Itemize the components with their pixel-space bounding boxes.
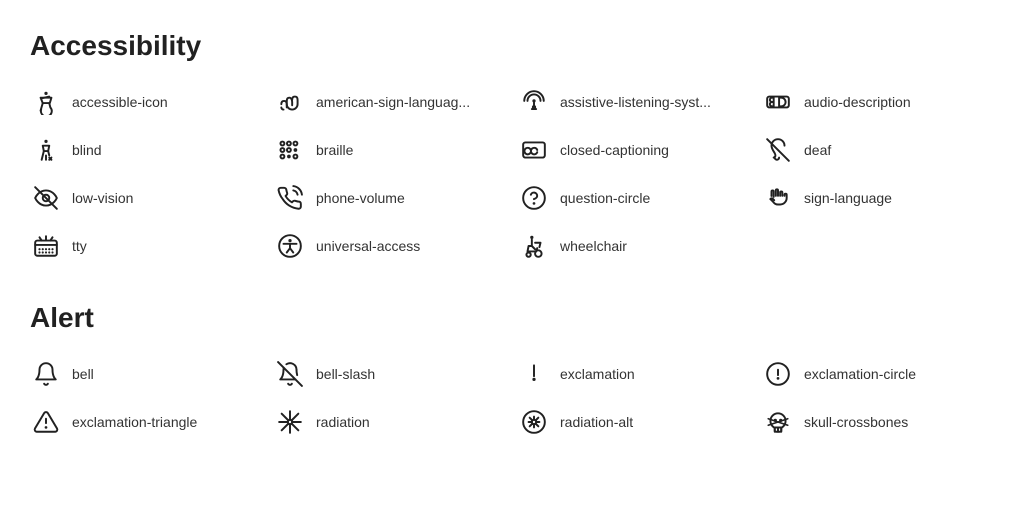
closed-captioning-label: closed-captioning (560, 142, 669, 158)
assistive-listening-label: assistive-listening-syst... (560, 94, 711, 110)
deaf-icon (762, 134, 794, 166)
accessible-icon (30, 86, 62, 118)
list-item: deaf (762, 134, 996, 166)
radiation-alt-icon (518, 406, 550, 438)
bell-slash-label: bell-slash (316, 366, 375, 382)
sign-language-icon (762, 182, 794, 214)
accessibility-title: Accessibility (30, 30, 996, 62)
list-item: tty (30, 230, 264, 262)
exclamation-circle-label: exclamation-circle (804, 366, 916, 382)
exclamation-triangle-icon (30, 406, 62, 438)
accessibility-section: Accessibility accessible-icon (30, 30, 996, 262)
exclamation-icon (518, 358, 550, 390)
sign-language-label: sign-language (804, 190, 892, 206)
radiation-alt-label: radiation-alt (560, 414, 633, 430)
list-item: assistive-listening-syst... (518, 86, 752, 118)
list-item: wheelchair (518, 230, 752, 262)
exclamation-label: exclamation (560, 366, 635, 382)
low-vision-label: low-vision (72, 190, 133, 206)
alert-grid: bell bell-slash (30, 358, 996, 438)
exclamation-circle-icon (762, 358, 794, 390)
skull-crossbones-icon (762, 406, 794, 438)
list-item: accessible-icon (30, 86, 264, 118)
bell-slash-icon (274, 358, 306, 390)
list-item: closed-captioning (518, 134, 752, 166)
universal-access-label: universal-access (316, 238, 420, 254)
alert-title: Alert (30, 302, 996, 334)
blind-label: blind (72, 142, 102, 158)
radiation-label: radiation (316, 414, 370, 430)
list-item: sign-language (762, 182, 996, 214)
alert-section: Alert bell bell-s (30, 302, 996, 438)
list-item: low-vision (30, 182, 264, 214)
assistive-listening-icon (518, 86, 550, 118)
blind-icon (30, 134, 62, 166)
list-item: american-sign-languag... (274, 86, 508, 118)
american-sign-language-label: american-sign-languag... (316, 94, 470, 110)
list-item: universal-access (274, 230, 508, 262)
universal-access-icon (274, 230, 306, 262)
list-item: exclamation-triangle (30, 406, 264, 438)
audio-description-label: audio-description (804, 94, 911, 110)
phone-volume-icon (274, 182, 306, 214)
list-item: phone-volume (274, 182, 508, 214)
question-circle-label: question-circle (560, 190, 650, 206)
closed-captioning-icon (518, 134, 550, 166)
audio-description-icon (762, 86, 794, 118)
list-item: bell (30, 358, 264, 390)
wheelchair-icon (518, 230, 550, 262)
braille-icon (274, 134, 306, 166)
deaf-label: deaf (804, 142, 831, 158)
tty-icon (30, 230, 62, 262)
list-item-placeholder (762, 230, 996, 262)
list-item: exclamation (518, 358, 752, 390)
accessible-icon-label: accessible-icon (72, 94, 168, 110)
list-item: braille (274, 134, 508, 166)
radiation-icon (274, 406, 306, 438)
american-sign-language-icon (274, 86, 306, 118)
list-item: question-circle (518, 182, 752, 214)
phone-volume-label: phone-volume (316, 190, 405, 206)
list-item: audio-description (762, 86, 996, 118)
list-item: radiation (274, 406, 508, 438)
list-item: skull-crossbones (762, 406, 996, 438)
list-item: bell-slash (274, 358, 508, 390)
exclamation-triangle-label: exclamation-triangle (72, 414, 197, 430)
low-vision-icon (30, 182, 62, 214)
list-item: radiation-alt (518, 406, 752, 438)
question-circle-icon (518, 182, 550, 214)
tty-label: tty (72, 238, 87, 254)
bell-label: bell (72, 366, 94, 382)
braille-label: braille (316, 142, 353, 158)
bell-icon (30, 358, 62, 390)
list-item: blind (30, 134, 264, 166)
skull-crossbones-label: skull-crossbones (804, 414, 908, 430)
accessibility-grid: accessible-icon american-sign-languag... (30, 86, 996, 262)
wheelchair-label: wheelchair (560, 238, 627, 254)
list-item: exclamation-circle (762, 358, 996, 390)
